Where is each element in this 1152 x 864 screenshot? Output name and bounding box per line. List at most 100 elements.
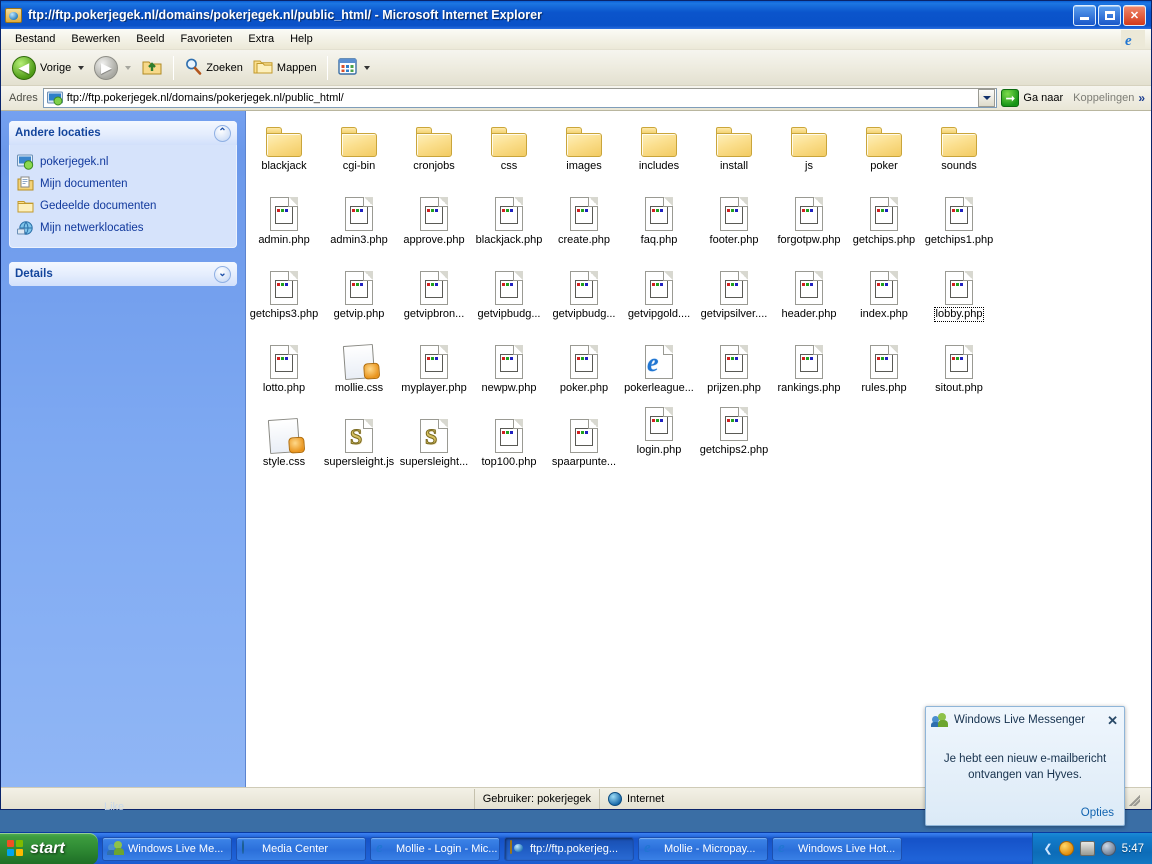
messenger-toast[interactable]: Windows Live Messenger ✕ Je hebt een nie… [925,706,1125,826]
minimize-button[interactable] [1073,4,1096,26]
links-button[interactable]: Koppelingen » [1069,91,1149,105]
network-places-icon [17,220,34,236]
menu-item-beeld[interactable]: Beeld [128,31,172,47]
folders-icon [253,57,273,78]
file-item[interactable]: lobby.php [911,263,1007,322]
php-document-icon [420,271,448,305]
file-item[interactable]: getchips1.php [911,189,1007,247]
file-name: faq.php [640,234,678,246]
ghost-text-like: Like [104,801,125,813]
panel-header-andere-locaties[interactable]: Andere locaties ⌃ [9,121,237,145]
panel-body-andere-locaties: pokerjegek.nl Mijn documenten Gedeelde d… [9,145,237,248]
file-label-wrap: getchips2.php [686,441,782,457]
chevron-down-icon[interactable]: ⌄ [214,265,231,283]
go-label: Ga naar [1023,92,1064,104]
panel-andere-locaties: Andere locaties ⌃ pokerjegek.nl Mijn doc… [9,121,237,248]
go-button[interactable]: ➞ Ga naar [997,89,1069,107]
forward-button[interactable]: ▶ [89,53,136,83]
file-item[interactable]: sounds [911,115,1007,173]
folders-button[interactable]: Mappen [248,53,322,83]
file-icon [911,189,1007,231]
back-button[interactable]: ◀ Vorige [7,53,89,83]
views-dropdown-icon[interactable] [363,65,370,70]
menu-item-bestand[interactable]: Bestand [7,31,63,47]
search-button[interactable]: Zoeken [179,53,248,83]
taskbar-button[interactable]: Media Center [236,836,366,861]
back-dropdown-icon[interactable] [78,65,85,70]
file-name: style.css [262,456,306,468]
address-dropdown-button[interactable] [978,89,996,107]
php-document-icon [720,271,748,305]
taskbar-button[interactable]: e Mollie - Login - Mic... [370,836,500,861]
shared-documents-icon [17,198,34,214]
file-name: supersleight... [399,456,469,468]
sidebar-item-mijn-documenten[interactable]: Mijn documenten [17,173,229,195]
show-hidden-icons-button[interactable]: ❮ [1043,842,1052,855]
sidebar-item-mijn-netwerklocaties[interactable]: Mijn netwerklocaties [17,217,229,239]
php-document-icon [495,271,523,305]
close-button[interactable]: ✕ [1123,4,1146,26]
forward-arrow-icon: ▶ [94,55,119,80]
task-pane: Andere locaties ⌃ pokerjegek.nl Mijn doc… [1,111,246,787]
chevron-up-icon[interactable]: ⌃ [214,124,231,142]
up-button[interactable] [136,53,168,83]
sidebar-item-pokerjegek[interactable]: pokerjegek.nl [17,151,229,173]
toast-footer: Opties [926,801,1124,825]
file-name: footer.php [709,234,759,246]
ie-icon: e [644,840,651,856]
file-list[interactable]: blackjack cgi-bin cronjobs css images include… [246,111,1151,787]
php-document-icon [570,271,598,305]
file-name: getvipbudg... [477,308,541,320]
toast-header: Windows Live Messenger ✕ [926,707,1124,733]
address-label: Adres [9,92,38,104]
menu-item-favorieten[interactable]: Favorieten [172,31,240,47]
sidebar-item-gedeelde-documenten[interactable]: Gedeelde documenten [17,195,229,217]
file-name: supersleight.js [323,456,395,468]
chevron-right-icon[interactable]: » [1138,91,1145,105]
volume-icon[interactable] [1100,841,1116,856]
taskbar-button[interactable]: e Windows Live Hot... [772,836,902,861]
go-arrow-icon: ➞ [1001,89,1020,107]
panel-header-details[interactable]: Details ⌄ [9,262,237,286]
stylesheet-icon [342,343,397,381]
sidebar-item-label: Mijn documenten [40,178,128,190]
taskbar-button-label: Mollie - Login - Mic... [396,842,498,855]
file-name: getchips1.php [924,234,994,246]
file-item[interactable]: getchips2.php [686,399,782,457]
file-name: spaarpunte... [551,456,617,468]
updates-icon[interactable] [1058,841,1074,856]
window-controls: ✕ [1073,4,1149,26]
menu-item-bewerken[interactable]: Bewerken [63,31,128,47]
resize-grip[interactable] [1126,791,1141,806]
clock[interactable]: 5:47 [1122,843,1144,855]
php-document-icon [720,407,748,441]
taskbar-button[interactable]: ftp://ftp.pokerjeg... [504,836,634,861]
taskbar: start Windows Live Me... Media Center e Mol… [0,832,1152,864]
folder-icon [266,127,302,157]
toast-close-icon[interactable]: ✕ [1107,714,1118,727]
php-document-icon [495,419,523,453]
printer-icon[interactable] [1079,841,1095,856]
php-document-icon [945,271,973,305]
views-button[interactable] [333,53,375,83]
php-document-icon [570,345,598,379]
sidebar-item-label: pokerjegek.nl [40,156,109,168]
taskbar-button[interactable]: e Mollie - Micropay... [638,836,768,861]
ie-icon: e [778,840,785,856]
menu-item-extra[interactable]: Extra [240,31,282,47]
start-button[interactable]: start [0,832,98,864]
toast-options-link[interactable]: Opties [1081,807,1114,819]
address-input[interactable]: ftp://ftp.pokerjegek.nl/domains/pokerjeg… [42,88,998,108]
windows-flag-icon [7,840,24,857]
explorer-window: ftp://ftp.pokerjegek.nl/domains/pokerjeg… [0,0,1152,810]
toast-title: Windows Live Messenger [954,714,1086,726]
file-name: getvipbudg... [552,308,616,320]
window-titlebar[interactable]: ftp://ftp.pokerjegek.nl/domains/pokerjeg… [1,1,1151,29]
maximize-button[interactable] [1098,4,1121,26]
folders-label: Mappen [276,61,317,74]
menu-item-help[interactable]: Help [282,31,321,47]
folder-icon [416,127,452,157]
file-name: css [500,160,518,172]
taskbar-button[interactable]: Windows Live Me... [102,836,232,861]
file-item[interactable]: sitout.php [911,337,1007,395]
